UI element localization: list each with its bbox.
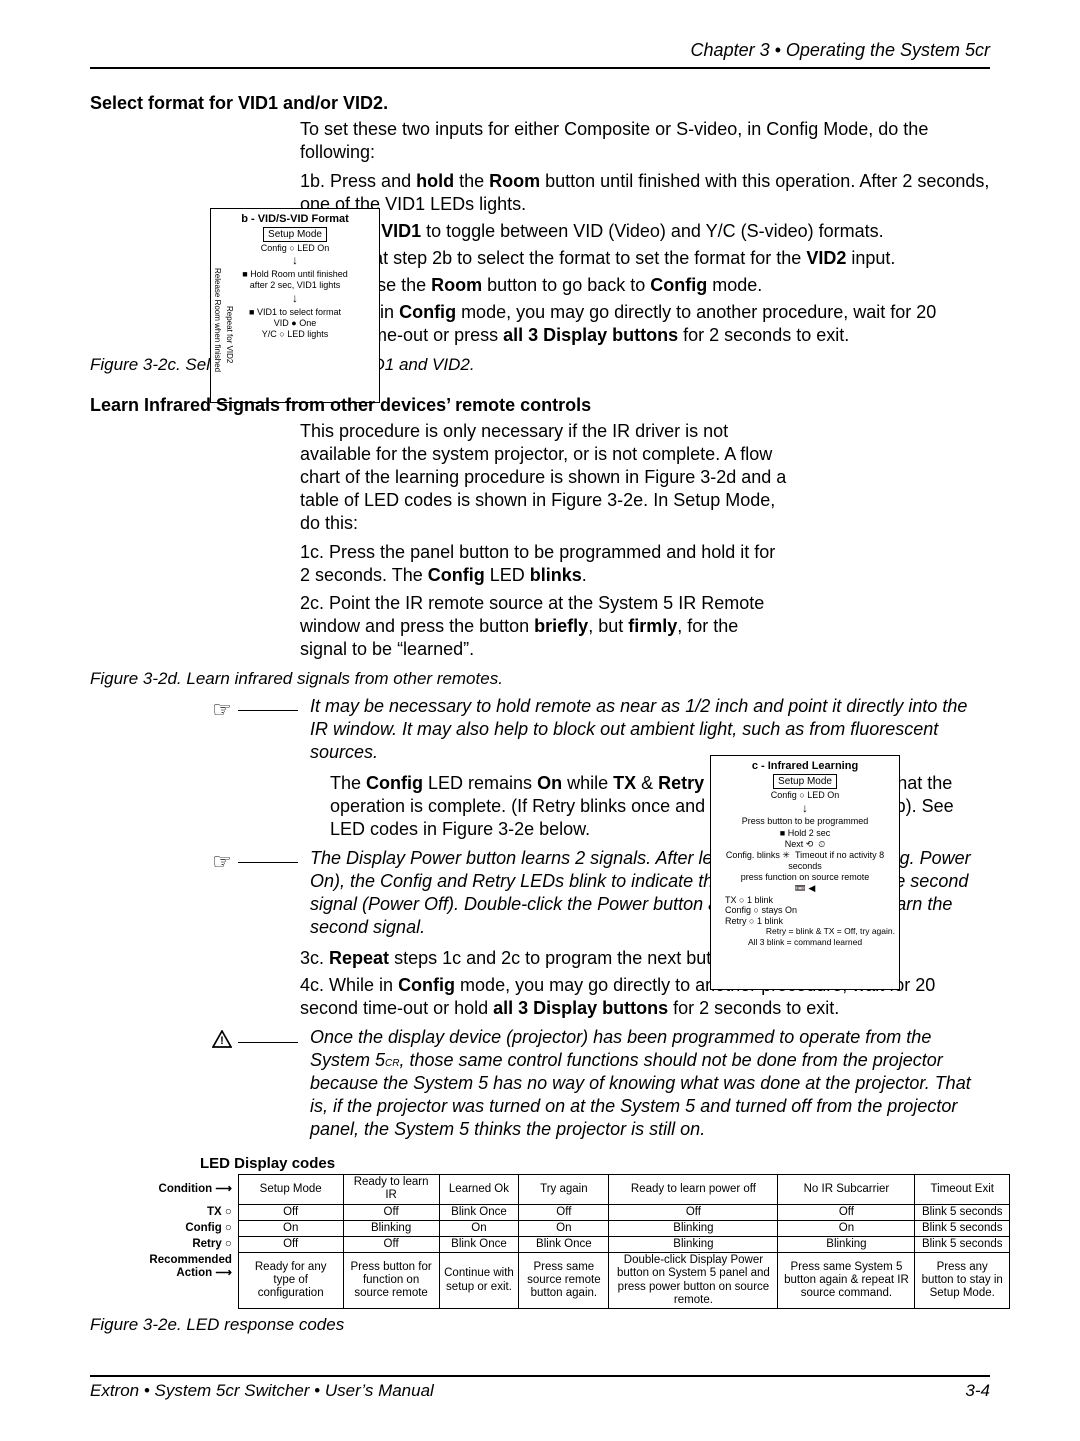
led-response-codes-table: Condition ⟶ Setup Mode Ready to learn IR… bbox=[130, 1174, 1010, 1309]
footer-rule bbox=[90, 1375, 990, 1377]
table-row: TX ○ OffOff Blink OnceOff OffOff Blink 5… bbox=[130, 1204, 1010, 1220]
chapter-header: Chapter 3 • Operating the System 5cr bbox=[90, 40, 990, 61]
svg-text:!: ! bbox=[220, 1035, 224, 1047]
header-rule bbox=[90, 67, 990, 69]
step-2c: 2c. Point the IR remote source at the Sy… bbox=[300, 592, 790, 661]
step-4b: 4b. Release the Room button to go back t… bbox=[300, 274, 990, 297]
footer-page-number: 3-4 bbox=[965, 1381, 990, 1401]
warning-icon: ! bbox=[200, 1026, 310, 1054]
step-2b: 2b. Press VID1 to toggle between VID (Vi… bbox=[300, 220, 990, 243]
figure-3-2e-caption: Figure 3-2e. LED response codes bbox=[90, 1315, 990, 1335]
figure-3-2d-caption: Figure 3-2d. Learn infrared signals from… bbox=[90, 669, 990, 689]
table-row: Retry ○ OffOff Blink OnceBlink Once Blin… bbox=[130, 1237, 1010, 1253]
section2-intro: This procedure is only necessary if the … bbox=[300, 420, 790, 535]
note-icon: ☞ bbox=[200, 847, 310, 875]
flowchart-b: b - VID/S-VID Format Setup Mode Config ○… bbox=[210, 208, 380, 403]
section2-steps-a: 1c. Press the panel button to be program… bbox=[300, 541, 790, 660]
section1-steps: 1b. Press and hold the Room button until… bbox=[300, 170, 990, 347]
table-row-action: Recommended Action ⟶ Ready for any type … bbox=[130, 1253, 1010, 1309]
section1-intro: To set these two inputs for either Compo… bbox=[300, 118, 990, 164]
note-hold-remote: ☞ It may be necessary to hold remote as … bbox=[90, 695, 990, 764]
condition-label: Condition ⟶ bbox=[130, 1175, 238, 1204]
step-1c: 1c. Press the panel button to be program… bbox=[300, 541, 790, 587]
led-table-title: LED Display codes bbox=[200, 1155, 990, 1172]
section2-title: Learn Infrared Signals from other device… bbox=[90, 395, 990, 416]
warning-projector: ! Once the display device (projector) ha… bbox=[90, 1026, 990, 1141]
table-row: Config ○ OnBlinking OnOn BlinkingOn Blin… bbox=[130, 1220, 1010, 1236]
section1-title: Select format for VID1 and/or VID2. bbox=[90, 93, 990, 114]
step-1b: 1b. Press and hold the Room button until… bbox=[300, 170, 990, 216]
manual-page: Chapter 3 • Operating the System 5cr Sel… bbox=[0, 0, 1080, 1441]
step-3b: 3b. Repeat step 2b to select the format … bbox=[300, 247, 990, 270]
step-5b: 5b. While in Config mode, you may go dir… bbox=[300, 301, 990, 347]
note-icon: ☞ bbox=[200, 695, 310, 723]
flowchart-c: c - Infrared Learning Setup Mode Config … bbox=[710, 755, 900, 990]
footer-left: Extron • System 5cr Switcher • User’s Ma… bbox=[90, 1381, 434, 1401]
page-footer: Extron • System 5cr Switcher • User’s Ma… bbox=[90, 1381, 990, 1401]
